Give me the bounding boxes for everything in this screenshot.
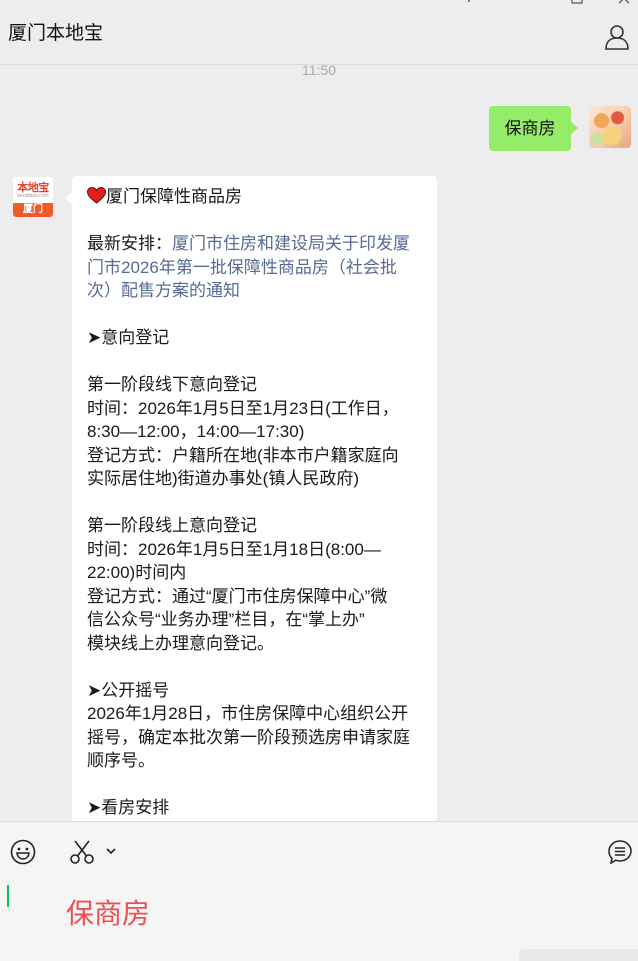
pin-icon[interactable]: [463, 0, 475, 4]
message-list[interactable]: 11:50 保商房 本地宝 bendibao.com 厦门 厦门保障性商品房 最…: [0, 65, 638, 821]
message-title-line: 厦门保障性商品房: [86, 185, 423, 209]
heart-icon: [86, 186, 107, 204]
notice-link-part-2[interactable]: 门市2026年第一批保障性商品房（社会批: [87, 256, 423, 280]
notice-link-part-3[interactable]: 次）配售方案的通知: [87, 279, 423, 303]
message-body-line: ➤看房安排: [87, 798, 170, 817]
chat-header: 厦门本地宝: [0, 0, 638, 65]
message-body: ➤意向登记第一阶段线下意向登记时间：2026年1月5日至1月23日(工作日， 8:…: [87, 303, 423, 820]
chat-title: 厦门本地宝: [8, 23, 104, 44]
message-body-line: 顺序号。: [87, 751, 155, 770]
message-body-line: 摇号，确定本批次第一阶段预选房申请家庭: [87, 727, 410, 747]
avatar-logo-url: bendibao.com: [17, 193, 49, 199]
message-body-line: 信公众号“业务办理”栏目，在“掌上办”: [87, 610, 365, 629]
emoji-icon[interactable]: [10, 839, 36, 865]
message-body-line: 时间：2026年1月5日至1月18日(8:00—: [87, 539, 381, 559]
my-avatar[interactable]: [589, 106, 631, 148]
message-body-line: 2026年1月28日，市住房保障中心组织公开: [87, 704, 409, 723]
message-body-line: 22:00)时间内: [87, 563, 187, 582]
message-body-line: ➤意向登记: [87, 328, 170, 347]
text-caret: [7, 885, 9, 907]
outgoing-message-text: 保商房: [504, 119, 556, 138]
message-body-line: 实际居住地)街道办事处(镇人民政府): [87, 469, 359, 488]
maximize-icon[interactable]: [571, 0, 583, 4]
avatar-logo-city: 厦门: [13, 203, 53, 217]
message-body-line: 登记方式：通过“厦门市住房保障中心”微: [87, 586, 388, 606]
message-composer: 保商房: [0, 821, 638, 961]
latest-line-1: 最新安排：厦门市住房和建设局关于印发厦: [87, 232, 423, 256]
message-body-line: 模块线上办理意向登记。: [87, 633, 274, 653]
message-body-line: 时间：2026年1月5日至1月23日(工作日，: [87, 398, 399, 418]
outgoing-message-bubble[interactable]: 保商房: [489, 106, 578, 151]
chevron-down-icon[interactable]: [104, 844, 118, 858]
message-timestamp: 11:50: [302, 65, 336, 78]
notice-link-part-1[interactable]: 厦门市住房和建设局关于印发厦: [172, 234, 410, 253]
message-input[interactable]: 保商房: [66, 892, 150, 932]
close-icon[interactable]: [618, 0, 630, 4]
message-body-line: 8:30—12:00，14:00—17:30): [87, 422, 305, 441]
message-body-line: 登记方式：户籍所在地(非本市户籍家庭向: [87, 445, 399, 465]
sender-avatar[interactable]: 本地宝 bendibao.com 厦门: [12, 176, 54, 218]
incoming-message-bubble[interactable]: 厦门保障性商品房 最新安排：厦门市住房和建设局关于印发厦 门市2026年第一批保…: [65, 176, 437, 821]
send-button[interactable]: [519, 949, 638, 961]
person-icon[interactable]: [604, 24, 630, 50]
message-body-line: ➤公开摇号: [87, 680, 170, 700]
chat-history-icon[interactable]: [607, 839, 633, 865]
message-body-line: 第一阶段线下意向登记: [87, 375, 257, 394]
message-body-line: 第一阶段线上意向登记: [87, 516, 257, 535]
latest-prefix: 最新安排：: [87, 234, 172, 253]
scissors-icon[interactable]: [69, 839, 95, 865]
message-title: 厦门保障性商品房: [106, 187, 242, 206]
